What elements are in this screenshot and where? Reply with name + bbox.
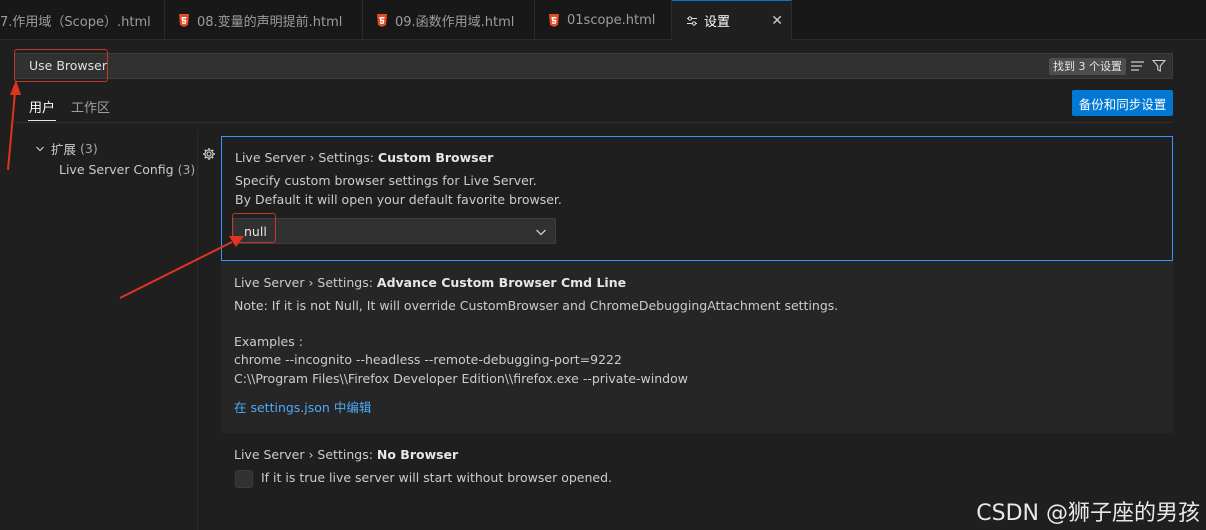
tab-scope-html[interactable]: 7.作用域（Scope）.html <box>0 0 165 40</box>
clear-filter-icon[interactable] <box>1130 59 1146 73</box>
tab-label: 08.变量的声明提前.html <box>197 14 343 30</box>
backup-sync-button[interactable]: 备份和同步设置 <box>1072 90 1173 116</box>
chevron-down-icon <box>36 146 44 151</box>
setting-description: Specify custom browser settings for Live… <box>235 173 537 188</box>
tab-label: 09.函数作用域.html <box>395 14 515 30</box>
annotation-highlight-box <box>232 213 276 243</box>
filter-icon[interactable] <box>1152 59 1166 73</box>
tree-label: Live Server Config <box>59 162 174 177</box>
setting-title: Live Server › Settings: Advance Custom B… <box>234 275 627 290</box>
tab-01scope-html[interactable]: 01scope.html <box>535 0 672 40</box>
html5-icon <box>375 13 389 27</box>
tab-label: 7.作用域（Scope）.html <box>0 14 151 30</box>
sidebar-divider <box>197 131 198 530</box>
html5-icon <box>177 13 191 27</box>
setting-description: C:\\Program Files\\Firefox Developer Edi… <box>234 371 688 386</box>
settings-search-input[interactable]: Use Browser 找到 3 个设置 <box>14 53 1173 79</box>
tab-function-scope-html[interactable]: 09.函数作用域.html <box>363 0 535 40</box>
setting-title: Live Server › Settings: Custom Browser <box>235 150 494 165</box>
setting-advance-cmd-line: Live Server › Settings: Advance Custom B… <box>221 261 1173 433</box>
settings-sliders-icon <box>686 15 698 27</box>
watermark-text: CSDN @狮子座的男孩 <box>976 501 1200 526</box>
html5-icon <box>547 13 561 27</box>
tab-label: 01scope.html <box>567 12 656 28</box>
tree-count: (3) <box>80 141 98 156</box>
editor-tab-bar: 7.作用域（Scope）.html 08.变量的声明提前.html 09.函数作… <box>0 0 1206 40</box>
custom-browser-select[interactable]: null <box>233 218 556 244</box>
tab-workspace-scope[interactable]: 工作区 <box>71 97 110 116</box>
result-count-badge: 找到 3 个设置 <box>1049 58 1126 75</box>
setting-description: chrome --incognito --headless --remote-d… <box>234 352 622 367</box>
active-tab-underline <box>28 120 56 121</box>
edit-in-settings-json-link[interactable]: 在 settings.json 中编辑 <box>234 397 371 416</box>
setting-title: Live Server › Settings: No Browser <box>234 447 459 462</box>
setting-description: Examples : <box>234 334 303 349</box>
tree-label: 扩展 <box>51 142 77 157</box>
setting-description: By Default it will open your default fav… <box>235 192 562 207</box>
tree-item-live-server-config[interactable]: Live Server Config (3) <box>59 162 195 177</box>
setting-custom-browser: Live Server › Settings: Custom Browser S… <box>221 136 1173 261</box>
setting-description: If it is true live server will start wit… <box>261 470 612 485</box>
divider <box>14 122 1173 123</box>
tab-label: 设置 <box>704 15 731 30</box>
gear-icon[interactable] <box>202 147 216 161</box>
tab-user-scope[interactable]: 用户 <box>29 97 55 116</box>
setting-description: Note: If it is not Null, It will overrid… <box>234 298 839 313</box>
tab-hoisting-html[interactable]: 08.变量的声明提前.html <box>165 0 363 40</box>
tab-settings[interactable]: 设置 ✕ <box>672 0 792 40</box>
tree-item-extensions[interactable]: 扩展 (3) <box>35 139 98 158</box>
annotation-highlight-box <box>14 49 108 82</box>
tree-count: (3) <box>177 162 196 177</box>
no-browser-checkbox[interactable] <box>235 470 253 488</box>
chevron-down-icon <box>536 229 546 236</box>
setting-no-browser: Live Server › Settings: No Browser If it… <box>221 437 1173 497</box>
close-icon[interactable]: ✕ <box>771 13 783 29</box>
